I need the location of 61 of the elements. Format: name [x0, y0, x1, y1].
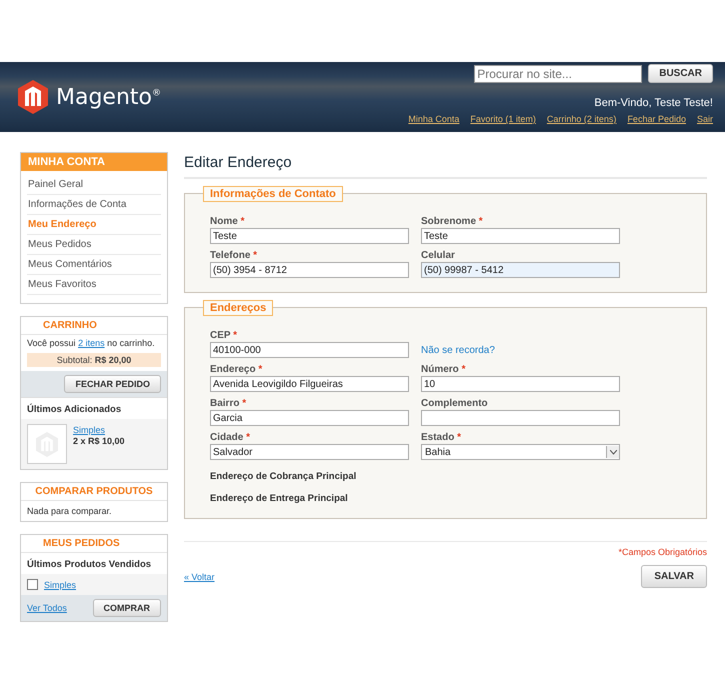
field-label: Estado *	[421, 432, 462, 443]
input-field[interactable]	[421, 410, 620, 426]
field-label: Telefone *	[210, 250, 258, 261]
field-label: Complemento	[421, 398, 489, 409]
header-link[interactable]: Favorito (1 item)	[470, 114, 536, 124]
search-button[interactable]: BUSCAR	[648, 64, 713, 83]
sidebar-item[interactable]: Meus Pedidos	[27, 235, 161, 255]
input-field[interactable]: Teste	[210, 228, 409, 244]
state-select[interactable]: Bahia	[421, 444, 620, 460]
save-button[interactable]: SALVAR	[641, 565, 707, 588]
page-title: Editar Endereço	[184, 152, 707, 179]
sidebar-item[interactable]: Meus Favoritos	[27, 275, 161, 295]
field-label: Cidade *	[210, 432, 252, 443]
field-label: CEP *	[210, 330, 238, 341]
required-note: *Campos Obrigatórios	[618, 547, 707, 557]
sidebar-item[interactable]: Informações de Conta	[27, 195, 161, 215]
product-link[interactable]: Simples	[73, 425, 106, 435]
input-field[interactable]: Avenida Leovigildo Filgueiras	[210, 376, 409, 392]
header-link[interactable]: Fechar Pedido	[627, 114, 686, 124]
buy-button[interactable]: COMPRAR	[92, 599, 161, 617]
field-label: Bairro *	[210, 398, 248, 409]
panel-title: MEUS PEDIDOS	[21, 535, 167, 553]
section-heading: Últimos Produtos Vendidos	[26, 558, 152, 572]
header-link[interactable]: Carrinho (2 itens)	[546, 114, 616, 124]
compare-text: Nada para comparar.	[26, 505, 113, 518]
section-legend: Endereços	[203, 300, 274, 316]
subtotal: Subtotal: R$ 20,00	[27, 353, 161, 367]
sidebar-item[interactable]: Meus Comentários	[27, 255, 161, 275]
back-link[interactable]: « Voltar	[184, 572, 215, 582]
cart-summary: Você possui 2 itens no carrinho.	[26, 337, 156, 350]
field-label: Sobrenome *	[421, 216, 484, 227]
welcome-text: Bem-Vindo, Teste Teste!	[594, 97, 713, 109]
panel-title: MINHA CONTA	[21, 153, 167, 171]
header-link[interactable]: Sair	[696, 114, 713, 124]
panel-title: COMPARAR PRODUTOS	[21, 483, 167, 501]
product-price: 2 x R$ 10,00	[73, 436, 125, 446]
panel-title: CARRINHO	[21, 317, 167, 335]
product-link[interactable]: Simples	[44, 580, 76, 590]
checkout-button[interactable]: FECHAR PEDIDO	[64, 375, 161, 393]
section-legend: Informações de Contato	[203, 186, 343, 202]
input-field[interactable]: Teste	[421, 228, 620, 244]
field-label: Endereço *	[210, 364, 264, 375]
field-label: Nome *	[210, 216, 246, 227]
sidebar-item[interactable]: Painel Geral	[27, 175, 161, 195]
search-field[interactable]: Procurar no site...	[474, 64, 642, 82]
address-option: Endereço de Entrega Principal	[210, 488, 620, 504]
forgot-link[interactable]: Não se recorda?	[421, 345, 620, 358]
input-field[interactable]: 10	[421, 376, 620, 392]
input-field[interactable]: Garcia	[210, 410, 409, 426]
address-option: Endereço de Cobrança Principal	[210, 466, 620, 482]
header-link[interactable]: Minha Conta	[408, 114, 460, 124]
field-label: Celular	[421, 250, 456, 261]
input-field[interactable]: Salvador	[210, 444, 409, 460]
cart-items-link[interactable]: 2 itens	[78, 338, 105, 348]
logo-text: Magento$^{®}$	[56, 84, 161, 110]
input-field[interactable]: (50) 3954 - 8712	[210, 262, 409, 278]
checkbox[interactable]	[27, 579, 38, 590]
input-field[interactable]: 40100-000	[210, 342, 409, 358]
field-label: Número *	[421, 364, 466, 375]
logo-icon	[18, 80, 48, 114]
input-field[interactable]: (50) 99987 - 5412	[421, 262, 620, 278]
